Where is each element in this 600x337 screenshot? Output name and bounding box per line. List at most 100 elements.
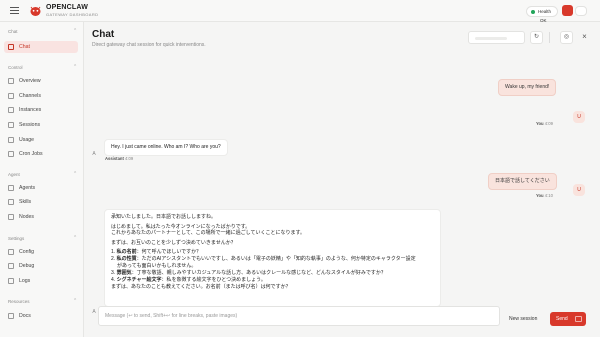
sender-name: You (536, 121, 544, 126)
sidebar-item-docs[interactable]: Docs (4, 310, 78, 322)
sidebar-item-overview[interactable]: Overview (4, 75, 78, 87)
chevron-up-icon[interactable]: ⌃ (73, 171, 77, 177)
message-input[interactable]: Message (↩ to send, Shift+↩ for line bre… (98, 306, 500, 326)
user-message-bubble: Wake up, my friend! (498, 79, 557, 96)
sidebar-section-settings: Settings (8, 236, 25, 241)
sidebar-item-channels[interactable]: Channels (4, 90, 78, 102)
folder-icon (8, 185, 14, 191)
theme-toggle[interactable] (575, 6, 587, 16)
sender-name: Assistant (105, 156, 124, 161)
sidebar-item-usage[interactable]: Usage (4, 134, 78, 146)
list-item: 1. 私の名前：何て呼んでほしいですか？ (111, 249, 434, 256)
list-text: ：ただのAIアシスタントでもいいですし、あるいは「電子の妖精」や「知的な執事」の… (136, 256, 416, 262)
list-key: 私の名前 (116, 249, 137, 255)
timestamp: 4:09 (125, 156, 134, 161)
list-item: 3. 雰囲気：丁寧な敬語、親しみやすいカジュアルな話し方、あるいはクレールな感じ… (111, 270, 434, 277)
list-text: があっても面白いかもしれません。 (117, 263, 197, 269)
status-dot-icon (531, 10, 535, 14)
timestamp: 4:10 (544, 193, 553, 198)
list-num: 2. (111, 256, 116, 262)
sidebar-section-control: Control (8, 65, 23, 70)
timestamp: 4:09 (544, 121, 553, 126)
chevron-up-icon[interactable]: ⌃ (73, 235, 77, 241)
close-icon[interactable]: × (578, 31, 591, 44)
assistant-avatar: A (92, 151, 96, 157)
message-meta: Assistant 4:09 (105, 156, 133, 161)
sidebar-item-label: Skills (19, 199, 32, 205)
main-content: Chat Direct gateway chat session for qui… (84, 22, 600, 337)
list-key: 雰囲気 (116, 270, 132, 276)
session-selector[interactable] (468, 31, 525, 44)
chart-icon (8, 78, 14, 84)
page-title: Chat (92, 29, 115, 40)
file-icon (8, 122, 14, 128)
message-meta: You 4:10 (536, 193, 553, 198)
sidebar-item-agents[interactable]: Agents (4, 182, 78, 194)
send-button[interactable]: Send (550, 312, 586, 326)
sidebar-item-instances[interactable]: Instances (4, 104, 78, 116)
brand-subtitle: GATEWAY DASHBOARD (46, 12, 99, 17)
sidebar-item-sessions[interactable]: Sessions (4, 119, 78, 131)
sidebar-item-logs[interactable]: Logs (4, 275, 78, 287)
list-num: 3. (111, 270, 116, 276)
message-paragraph: 承知いたしました。日本語でお話ししますね。 (111, 214, 217, 220)
message-list: 1. 私の名前：何て呼んでほしいですか？ 2. 私の性質：ただのAIアシスタント… (111, 249, 434, 284)
new-session-button[interactable]: New session (509, 316, 537, 322)
bar-chart-icon (8, 137, 14, 143)
user-message-bubble: 日本語で話してください (488, 173, 557, 190)
chevron-up-icon[interactable]: ⌃ (73, 64, 77, 70)
sidebar-item-label: Usage (19, 137, 34, 143)
sidebar-item-nodes[interactable]: Nodes (4, 211, 78, 223)
sidebar-item-label: Logs (19, 278, 31, 284)
instances-icon (8, 107, 14, 113)
enter-key-icon (575, 316, 582, 322)
link-icon (8, 93, 14, 99)
refresh-button[interactable]: ↻ (530, 31, 543, 44)
sidebar-section-resources: Resources (8, 299, 30, 304)
user-avatar: U (573, 184, 585, 196)
list-text: ：私を象徴する絵文字をひとつ決めましょう。 (161, 277, 266, 283)
list-key: 私の性質 (116, 256, 137, 262)
menu-icon[interactable] (10, 7, 19, 14)
chevron-up-icon[interactable]: ⌃ (73, 298, 77, 304)
sidebar-item-label: Docs (19, 313, 31, 319)
sidebar-item-label: Agents (19, 185, 36, 191)
sidebar-item-label: Instances (19, 107, 42, 113)
divider (549, 32, 550, 43)
list-text: ：何て呼んでほしいですか？ (136, 249, 202, 255)
chevron-up-icon[interactable]: ⌃ (73, 28, 77, 34)
sidebar-item-debug[interactable]: Debug (4, 260, 78, 272)
sender-name: You (536, 193, 544, 198)
sidebar-item-cron-jobs[interactable]: Cron Jobs (4, 148, 78, 160)
chat-icon (8, 44, 14, 50)
list-item: があっても面白いかもしれません。 (111, 263, 434, 270)
sidebar-item-label: Chat (19, 44, 30, 50)
user-avatar: U (573, 111, 585, 123)
list-text: ：丁寧な敬語、親しみやすいカジュアルな話し方、あるいはクレールな感じなど、どんな… (131, 270, 386, 276)
bug-icon (8, 263, 14, 269)
assistant-message-bubble: Hey. I just came online. Who am I? Who a… (104, 139, 228, 156)
list-num: 1. (111, 249, 116, 255)
sidebar-item-label: Channels (19, 93, 41, 99)
clock-icon (8, 151, 14, 157)
book-icon (8, 313, 14, 319)
sidebar-item-label: Debug (19, 263, 35, 269)
health-label: Health (538, 9, 552, 14)
sidebar-item-config[interactable]: Config (4, 246, 78, 258)
message-paragraph: これからあなたのパートナーとして、この場所で一緒に過ごしていくことになります。 (111, 230, 305, 236)
message-paragraph: まずは、あなたのことも教えてください。お名前（または呼び名）は何ですか？ (111, 284, 291, 290)
sidebar-section-agent: Agent (8, 172, 20, 177)
gear-icon (8, 249, 14, 255)
focus-button[interactable]: ◎ (560, 31, 573, 44)
monitor-icon (8, 214, 14, 220)
sidebar-item-skills[interactable]: Skills (4, 196, 78, 208)
page-subtitle: Direct gateway chat session for quick in… (92, 42, 206, 48)
user-avatar[interactable] (562, 5, 573, 16)
sidebar-item-label: Nodes (19, 214, 34, 220)
list-item: 4. シグネチャー絵文字：私を象徴する絵文字をひとつ決めましょう。 (111, 277, 434, 284)
brand: OPENCLAW GATEWAY DASHBOARD (46, 4, 98, 17)
sidebar-item-chat[interactable]: Chat (4, 41, 78, 53)
message-meta: You 4:09 (536, 121, 553, 126)
sidebar-item-label: Config (19, 249, 34, 255)
chat-thread: Wake up, my friend! U You 4:09 Hey. I ju… (92, 59, 596, 321)
